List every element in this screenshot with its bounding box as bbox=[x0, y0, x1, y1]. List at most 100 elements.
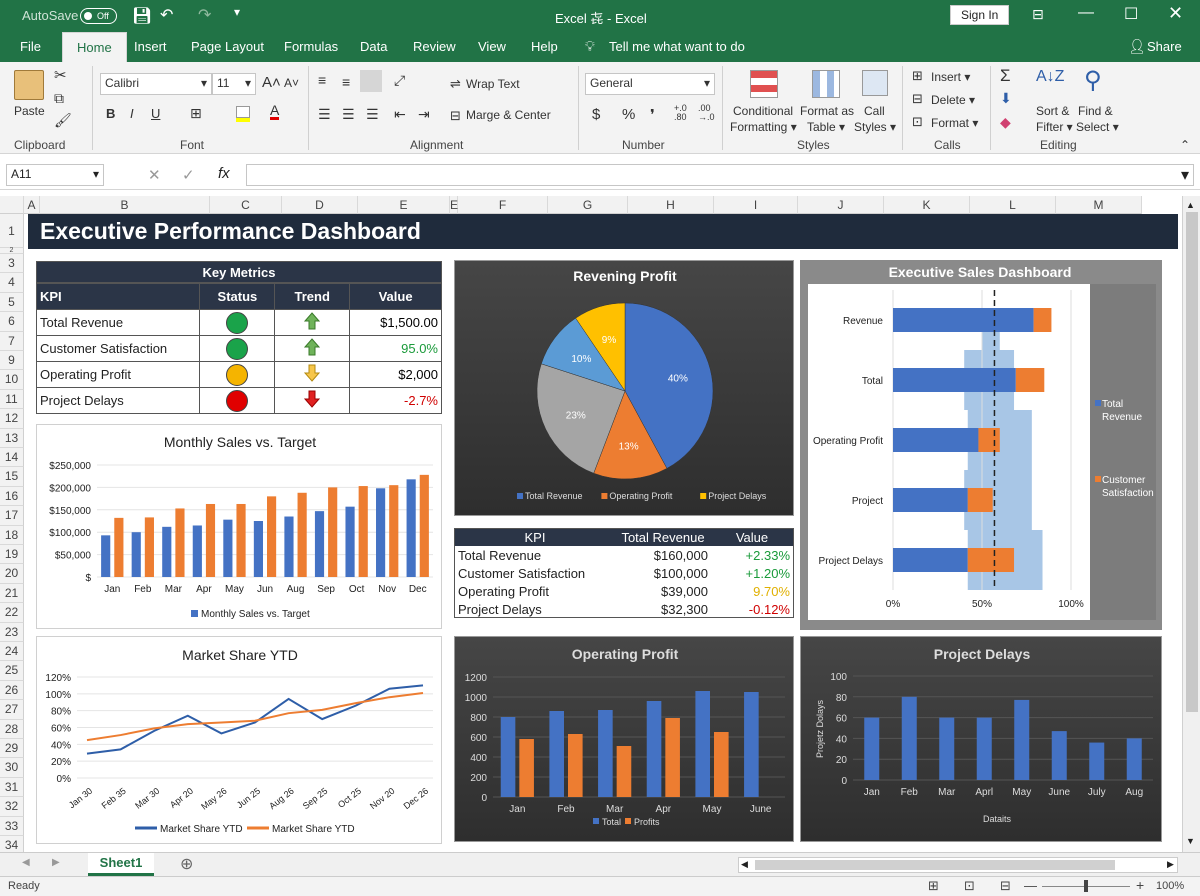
row-header[interactable]: 23 bbox=[0, 622, 24, 642]
row-header[interactable]: 3 bbox=[0, 254, 24, 274]
page-break-view-icon[interactable]: ⊟ bbox=[1000, 878, 1011, 894]
sort-filter-icon[interactable]: A↓Z bbox=[1036, 68, 1064, 86]
tab-view[interactable]: View bbox=[478, 39, 506, 54]
operating-profit-chart[interactable]: Operating Profit 0 200 400 600 800 1000 1200 Jan… bbox=[454, 636, 794, 842]
zoom-out-icon[interactable]: — bbox=[1024, 878, 1037, 893]
vertical-scrollbar[interactable]: ▲ ▼ bbox=[1182, 196, 1200, 852]
column-header[interactable]: I bbox=[714, 196, 798, 214]
clear-icon[interactable]: ◆ bbox=[1000, 114, 1011, 131]
column-header[interactable]: B bbox=[40, 196, 210, 214]
insert-function-icon[interactable]: fx bbox=[218, 165, 230, 182]
worksheet[interactable]: ABCDEEFGHIJKLM 1 2 3 4 5 6 7 9 10 11 12 13 14 15 16 17 1… bbox=[0, 196, 1200, 852]
column-header[interactable]: D bbox=[282, 196, 358, 214]
normal-view-icon[interactable]: ⊞ bbox=[928, 878, 939, 894]
decrease-indent-icon[interactable]: ⇤ bbox=[394, 106, 406, 123]
decrease-decimal-icon[interactable]: .00 →.0 bbox=[698, 104, 715, 122]
row-header[interactable]: 19 bbox=[0, 545, 24, 565]
bold-button[interactable]: B bbox=[106, 106, 115, 121]
wrap-text-icon[interactable]: ⇌ bbox=[450, 76, 461, 92]
row-header[interactable]: 29 bbox=[0, 739, 24, 759]
save-icon[interactable]: 💾︎ bbox=[132, 6, 152, 26]
column-header[interactable]: F bbox=[458, 196, 548, 214]
tab-help[interactable]: Help bbox=[531, 39, 558, 54]
row-header[interactable]: 30 bbox=[0, 758, 24, 778]
tab-home[interactable]: Home bbox=[62, 32, 127, 62]
row-header[interactable]: 7 bbox=[0, 331, 24, 351]
undo-icon[interactable]: ↶ bbox=[160, 5, 173, 25]
page-layout-view-icon[interactable]: ⊡ bbox=[964, 878, 975, 894]
font-size-select[interactable]: 11 ▾ bbox=[212, 73, 256, 95]
tab-page-layout[interactable]: Page Layout bbox=[191, 39, 264, 54]
formula-input[interactable]: ▾ bbox=[246, 164, 1194, 186]
column-header[interactable]: H bbox=[628, 196, 714, 214]
row-header[interactable]: 27 bbox=[0, 700, 24, 720]
next-sheet-icon[interactable]: ▶ bbox=[52, 857, 60, 868]
percent-button[interactable]: % bbox=[622, 106, 635, 123]
insert-cells-icon[interactable]: ⊞ bbox=[912, 68, 923, 84]
row-header[interactable]: 22 bbox=[0, 603, 24, 623]
column-header[interactable]: K bbox=[884, 196, 970, 214]
row-header[interactable]: 5 bbox=[0, 292, 24, 313]
wrap-text-button[interactable]: Wrap Text bbox=[466, 77, 520, 91]
column-header[interactable]: J bbox=[798, 196, 884, 214]
delete-cells-icon[interactable]: ⊟ bbox=[912, 91, 923, 107]
customize-qat-icon[interactable]: ▾ bbox=[234, 5, 240, 19]
conditional-formatting-label[interactable]: Conditional bbox=[733, 104, 793, 118]
paste-icon[interactable] bbox=[14, 70, 44, 100]
redo-icon[interactable]: ↷ bbox=[198, 5, 211, 25]
sign-in-button[interactable]: Sign In bbox=[950, 5, 1010, 25]
row-header[interactable]: 32 bbox=[0, 797, 24, 817]
column-header[interactable]: E bbox=[358, 196, 450, 214]
align-top-icon[interactable]: ≡ bbox=[318, 72, 326, 88]
revening-profit-chart[interactable]: Revening Profit 40% 13% 23% 10% 9% Total Reven… bbox=[454, 260, 794, 516]
monthly-sales-chart[interactable]: Monthly Sales vs. Target $ $50,000 $100,000… bbox=[36, 424, 442, 629]
confirm-entry-icon[interactable]: ✓ bbox=[182, 166, 195, 184]
cell-styles-icon[interactable] bbox=[862, 70, 888, 96]
align-middle-icon[interactable]: ≡ bbox=[342, 74, 350, 90]
find-select-icon[interactable]: ⚲ bbox=[1084, 66, 1102, 95]
row-header[interactable]: 20 bbox=[0, 564, 24, 584]
tab-formulas[interactable]: Formulas bbox=[284, 39, 338, 54]
row-header[interactable]: 13 bbox=[0, 428, 24, 448]
delete-cells-button[interactable]: Delete ▾ bbox=[931, 93, 975, 107]
tell-me-box[interactable]: Tell me what want to do bbox=[609, 39, 745, 54]
share-button[interactable]: Share bbox=[1147, 39, 1182, 54]
collapse-ribbon-icon[interactable]: ⌃ bbox=[1180, 138, 1190, 152]
align-left-icon[interactable]: ☰ bbox=[318, 106, 331, 123]
fill-icon[interactable]: ⬇︎ bbox=[1000, 90, 1012, 107]
italic-button[interactable]: I bbox=[130, 106, 134, 121]
executive-sales-chart[interactable]: Executive Sales Dashboard 0% 50% 100% Revenu… bbox=[800, 260, 1162, 630]
format-as-table-label[interactable]: Format as bbox=[800, 104, 854, 118]
row-header[interactable]: 31 bbox=[0, 777, 24, 798]
format-as-table-label2[interactable]: Table ▾ bbox=[807, 120, 845, 134]
copy-icon[interactable]: ⧉ bbox=[54, 90, 64, 107]
align-bottom-icon[interactable] bbox=[360, 70, 382, 92]
autosum-icon[interactable]: Σ bbox=[1000, 66, 1011, 86]
cancel-entry-icon[interactable]: ✕ bbox=[148, 166, 161, 184]
merge-icon[interactable]: ⊟ bbox=[450, 108, 461, 124]
column-header[interactable]: C bbox=[210, 196, 282, 214]
merge-center-button[interactable]: Marge & Center bbox=[466, 108, 551, 122]
row-header[interactable]: 16 bbox=[0, 486, 24, 507]
prev-sheet-icon[interactable]: ◀ bbox=[22, 857, 30, 868]
close-icon[interactable]: ✕ bbox=[1168, 3, 1183, 24]
minimize-icon[interactable]: — bbox=[1078, 4, 1094, 22]
zoom-slider[interactable] bbox=[1042, 880, 1130, 892]
sort-filter-label2[interactable]: Fifter ▾ bbox=[1036, 120, 1073, 134]
row-header[interactable]: 17 bbox=[0, 506, 24, 526]
row-header[interactable]: 21 bbox=[0, 583, 24, 604]
row-header[interactable]: 1 bbox=[0, 214, 24, 248]
column-header[interactable] bbox=[0, 196, 24, 214]
cell-styles-label[interactable]: Call bbox=[864, 104, 885, 118]
font-color-icon[interactable]: A bbox=[270, 103, 280, 120]
row-header[interactable]: 6 bbox=[0, 312, 24, 332]
conditional-formatting-label2[interactable]: Formatting ▾ bbox=[730, 120, 797, 134]
cut-icon[interactable]: ✂ bbox=[54, 66, 67, 84]
autosave-toggle[interactable]: Off bbox=[80, 8, 117, 24]
align-right-icon[interactable]: ☰ bbox=[366, 106, 379, 123]
column-header[interactable]: L bbox=[970, 196, 1056, 214]
row-header[interactable]: 24 bbox=[0, 642, 24, 662]
row-header[interactable]: 9 bbox=[0, 351, 24, 371]
name-box[interactable]: A11 ▾ bbox=[6, 164, 104, 186]
row-header[interactable]: 12 bbox=[0, 409, 24, 429]
